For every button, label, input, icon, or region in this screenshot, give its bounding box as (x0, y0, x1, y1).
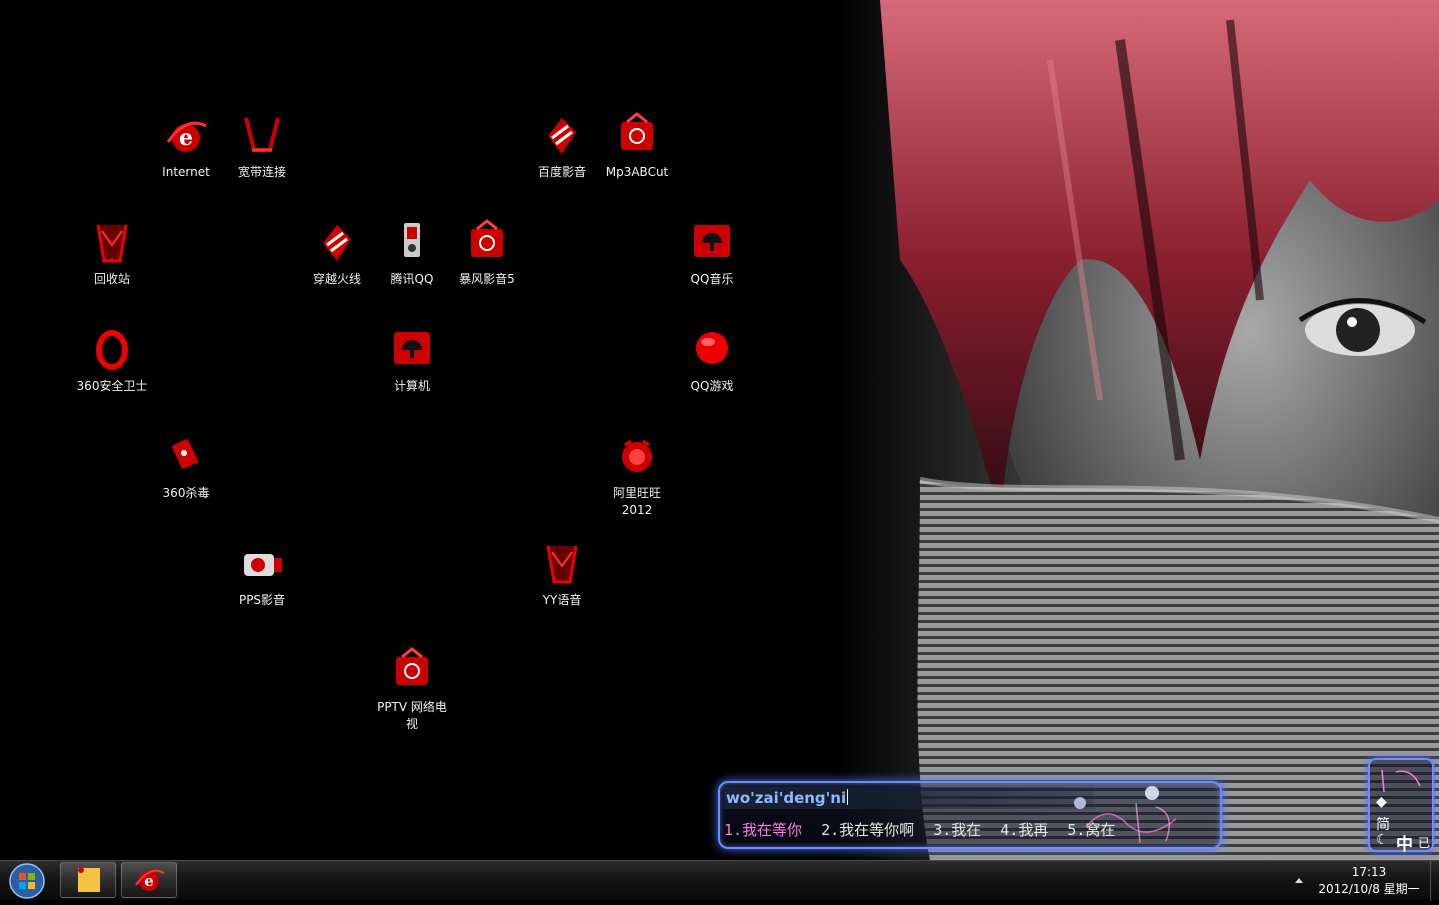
ime-skin-decoration-icon (1074, 786, 1177, 844)
sticky-notes-icon (78, 867, 100, 892)
moon-icon[interactable]: ☾ (1376, 832, 1389, 848)
desktop-icon-label: 360安全卫士 (76, 379, 148, 393)
desktop-icon-label: Mp3ABCut (605, 165, 669, 179)
ime-skin-decoration-icon (1381, 769, 1421, 793)
ime-candidate[interactable]: 2.我在等你啊 (821, 821, 914, 839)
desktop-icon-recycle-bin[interactable]: 回收站 (74, 219, 150, 288)
desktop-icon-label: 宽带连接 (237, 165, 286, 179)
baidu-player-icon (548, 118, 576, 154)
desktop-icon-label: YY语音 (542, 593, 582, 607)
ime-pinyin: wo'zai'deng'ni (726, 789, 847, 807)
start-button[interactable] (4, 861, 50, 901)
recycle-bin-icon (96, 224, 128, 263)
desktop-icon-360-antivirus[interactable]: 360杀毒 (148, 433, 224, 502)
taskbar: e 17:13 2012/10/8 星期一 (0, 860, 1439, 901)
desktop-icon-label: 计算机 (393, 379, 430, 393)
ime-composition-text: wo'zai'deng'ni (726, 789, 849, 807)
qq-games-icon (696, 332, 728, 364)
pptv-icon (396, 647, 428, 685)
aliwangwang-icon (622, 439, 652, 472)
desktop-icon-label: PPS影音 (238, 593, 286, 607)
text-caret (847, 789, 849, 805)
desktop-icon-computer[interactable]: 计算机 (374, 326, 450, 395)
desktop-icon-label: QQ游戏 (690, 379, 734, 393)
internet-explorer-icon: e (135, 869, 165, 891)
desktop-icon-label: 腾讯QQ (390, 272, 434, 286)
desktop-icon-broadband[interactable]: 宽带连接 (224, 112, 300, 181)
360-safe-icon (96, 330, 128, 370)
ime-status-bar[interactable]: ◆ 简 ☾ 中 已 (1368, 758, 1434, 855)
desktop-icon-crossfire[interactable]: 穿越火线 (299, 219, 375, 288)
desktop-icon-mp3abcut[interactable]: Mp3ABCut (599, 112, 675, 181)
desktop-icon-internet[interactable]: e Internet (148, 112, 224, 181)
desktop-icon-label: QQ音乐 (690, 272, 734, 286)
storm-player-icon (471, 219, 503, 257)
desktop-icon-yy[interactable]: YY语音 (524, 540, 600, 609)
yy-voice-icon (546, 545, 578, 584)
windows-logo-icon (9, 863, 45, 899)
desktop-icon-360-safe[interactable]: 360安全卫士 (74, 326, 150, 395)
desktop-icon-label: 360杀毒 (162, 486, 210, 500)
ime-composition-bar: wo'zai'deng'ni (724, 787, 1094, 809)
desktop[interactable]: e Internet 宽带连接 百度影音 Mp3ABCut 回收站 穿越火线 腾… (0, 0, 1439, 860)
360-antivirus-icon (172, 439, 198, 469)
internet-explorer-icon: e (166, 121, 207, 152)
taskbar-clock[interactable]: 17:13 2012/10/8 星期一 (1310, 864, 1428, 898)
clock-time: 17:13 (1351, 865, 1387, 879)
desktop-icon-tencent-qq[interactable]: 腾讯QQ (374, 219, 450, 288)
computer-icon (394, 332, 430, 364)
desktop-icon-qq-music[interactable]: QQ音乐 (674, 219, 750, 288)
desktop-icon-label: 阿里旺旺2012 (612, 486, 661, 517)
taskbar-sticky-notes-button[interactable] (60, 862, 116, 898)
desktop-icon-qq-games[interactable]: QQ游戏 (674, 326, 750, 395)
pps-player-icon (244, 554, 282, 576)
show-hidden-icons-icon[interactable] (1293, 875, 1305, 885)
desktop-icon-label: 百度影音 (537, 165, 586, 179)
taskbar-internet-explorer-button[interactable]: e (121, 862, 177, 898)
desktop-icon-label: Internet (162, 165, 210, 179)
ime-punct-toggle[interactable]: 已 (1418, 834, 1430, 851)
mp3abcut-icon (621, 112, 653, 150)
desktop-icon-label: 暴风影音5 (459, 272, 515, 286)
desktop-icon-pps[interactable]: PPS影音 (224, 540, 300, 609)
broadband-connection-icon (244, 117, 280, 152)
ime-candidate[interactable]: 3.我在 (933, 821, 981, 839)
ime-candidate[interactable]: 4.我再 (1000, 821, 1048, 839)
desktop-icon-label: PPTV 网络电视 (377, 700, 447, 731)
qq-music-icon (694, 225, 730, 257)
desktop-icon-baidu-player[interactable]: 百度影音 (524, 112, 600, 181)
desktop-icon-label: 穿越火线 (312, 272, 361, 286)
clock-date: 2012/10/8 星期一 (1318, 882, 1420, 896)
desktop-icon-aliwangwang[interactable]: 阿里旺旺2012 (599, 433, 675, 519)
ime-candidate[interactable]: 1.我在等你 (724, 821, 802, 839)
diamond-icon: ◆ (1376, 794, 1387, 810)
desktop-icon-pptv[interactable]: PPTV 网络电视 (374, 647, 450, 733)
ime-candidate-window[interactable]: wo'zai'deng'ni 1.我在等你 2.我在等你啊 3.我在 4.我再 … (718, 781, 1222, 849)
desktop-icon-storm-player[interactable]: 暴风影音5 (449, 219, 525, 288)
desktop-icon-label: 回收站 (93, 272, 130, 286)
tencent-qq-icon (404, 223, 420, 257)
ime-chinese-toggle[interactable]: 中 (1396, 830, 1413, 855)
ime-simplified-toggle[interactable]: 简 (1376, 814, 1390, 834)
show-desktop-button[interactable] (1430, 861, 1439, 901)
crossfire-icon (323, 225, 351, 261)
